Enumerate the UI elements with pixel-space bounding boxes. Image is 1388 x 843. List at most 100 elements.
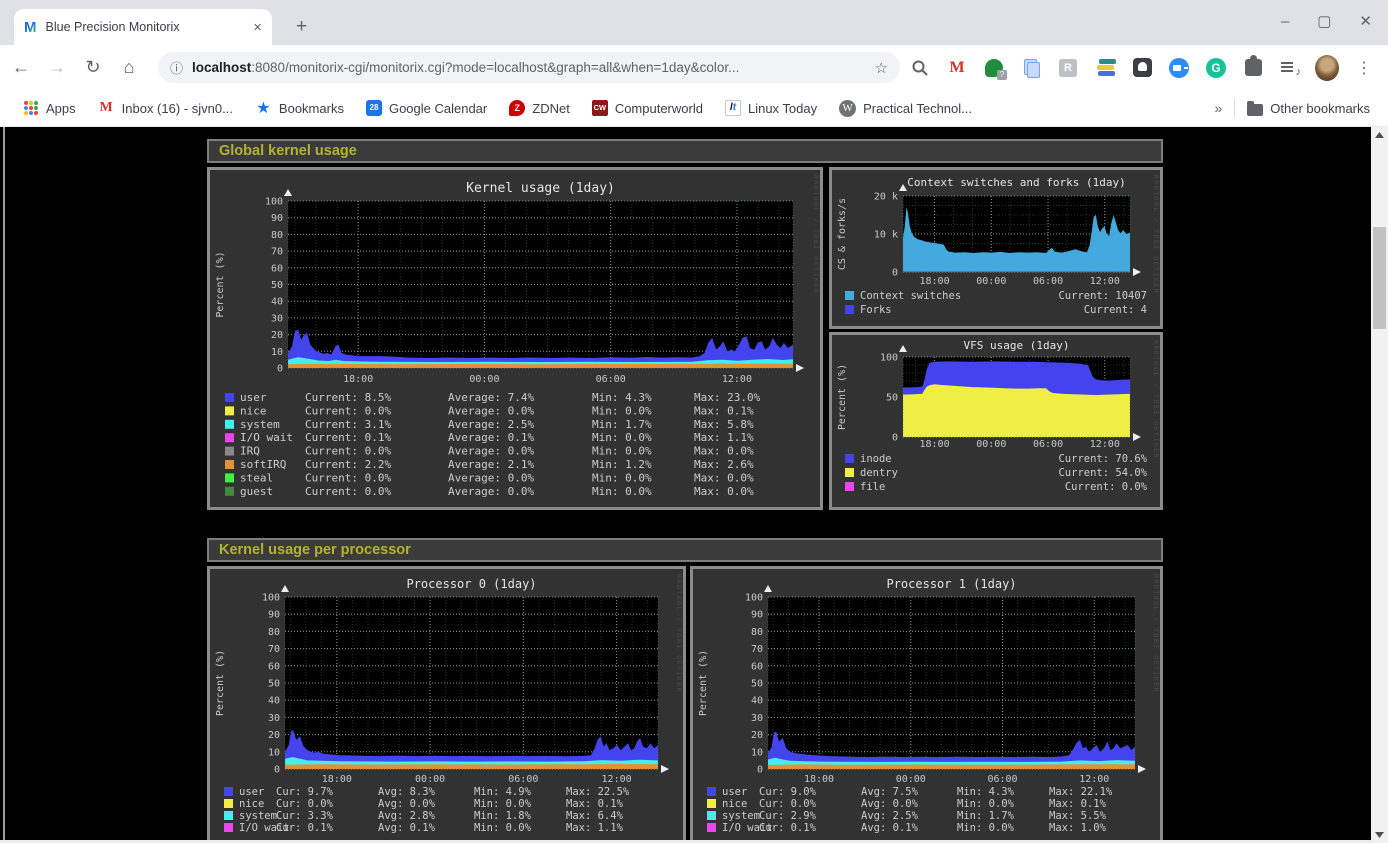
person-extension-icon[interactable] [1130,56,1154,80]
zoom-extension-icon[interactable] [1167,56,1191,80]
svg-text:Cur: 9.7%: Cur: 9.7% [276,786,334,798]
scrollbar-up-arrow[interactable] [1371,127,1388,143]
svg-text:Avg: 0.1%: Avg: 0.1% [378,822,436,834]
svg-text:Cur: 0.1%: Cur: 0.1% [276,822,334,834]
other-bookmarks-label: Other bookmarks [1270,101,1370,116]
page-info-icon[interactable]: ⓘ [170,58,183,77]
svg-text:40: 40 [268,696,280,707]
tab-close-icon[interactable]: × [253,19,262,36]
browser-menu-icon[interactable]: ⋮ [1356,58,1372,78]
svg-text:Kernel usage (1day): Kernel usage (1day) [466,181,615,196]
svg-text:70: 70 [271,247,283,258]
svg-text:00:00: 00:00 [469,374,499,385]
svg-text:Max: 2.6%: Max: 2.6% [694,458,754,471]
svg-text:Min: 1.8%: Min: 1.8% [474,810,532,822]
svg-text:20: 20 [268,730,280,741]
maximize-button[interactable]: ▢ [1317,12,1331,32]
bookmark-label: Bookmarks [279,101,344,116]
svg-text:Current: 0.0%: Current: 0.0% [305,485,391,498]
svg-text:Max: 0.1%: Max: 0.1% [694,404,754,417]
folder-icon [1247,104,1263,116]
context-switches-graph-frame: 010 k20 k18:0000:0006:0012:00Context swi… [829,167,1163,329]
svg-text:Min: 1.2%: Min: 1.2% [592,458,652,471]
playlist-extension-icon[interactable]: ♪ [1278,56,1302,80]
svg-text:system: system [722,810,760,822]
bookmark-star-icon[interactable]: ☆ [875,59,888,77]
svg-text:Average: 2.5%: Average: 2.5% [448,418,534,431]
section-header-kernel-usage-per-processor: Kernel usage per processor [207,538,1163,562]
svg-text:Avg: 8.3%: Avg: 8.3% [378,786,436,798]
kernel-usage-graph[interactable]: 010203040506070809010018:0000:0006:0012:… [210,170,820,507]
svg-text:60: 60 [751,661,763,672]
scrollbar-thumb[interactable] [1373,227,1386,329]
books-extension-icon[interactable] [1093,56,1117,80]
svg-text:Context switches: Context switches [860,290,961,302]
context-switches-graph[interactable]: 010 k20 k18:0000:0006:0012:00Context swi… [832,170,1160,326]
scrollbar-down-arrow[interactable] [1371,827,1388,843]
svg-text:Percent (%): Percent (%) [837,364,848,430]
processor-1-graph[interactable]: 010203040506070809010018:0000:0006:0012:… [693,569,1160,842]
svg-text:Min: 4.3%: Min: 4.3% [957,786,1015,798]
processor-0-graph[interactable]: 010203040506070809010018:0000:0006:0012:… [210,569,683,842]
svg-text:06:00: 06:00 [508,774,538,785]
bookmark-item[interactable]: ★Bookmarks [255,100,344,117]
new-tab-button[interactable]: + [296,16,307,38]
bookmark-label: Practical Technol... [863,101,972,116]
svg-text:Avg: 0.0%: Avg: 0.0% [378,798,436,810]
reload-button[interactable]: ↻ [78,57,108,78]
extensions-puzzle-icon[interactable] [1241,56,1265,80]
back-button[interactable]: ← [6,57,36,78]
bookmark-item[interactable]: WPractical Technol... [839,100,972,117]
apps-label: Apps [46,101,76,116]
svg-text:Current: 8.5%: Current: 8.5% [305,391,391,404]
svg-text:20: 20 [751,730,763,741]
other-bookmarks-button[interactable]: Other bookmarks [1247,101,1370,116]
r-extension-icon[interactable]: R [1056,56,1080,80]
cw-favicon-icon: CW [592,100,608,116]
search-extension-icon[interactable] [908,56,932,80]
svg-text:Min: 0.0%: Min: 0.0% [592,471,652,484]
svg-text:Min: 4.9%: Min: 4.9% [474,786,532,798]
svg-text:Avg: 7.5%: Avg: 7.5% [861,786,919,798]
copy-pages-extension-icon[interactable] [1019,56,1043,80]
close-button[interactable]: ✕ [1359,12,1372,32]
bookmark-item[interactable]: ZZDNet [509,100,570,116]
home-button[interactable]: ⌂ [114,57,144,78]
svg-text:12:00: 12:00 [722,374,752,385]
monitorix-favicon-icon: M [24,19,37,36]
bookmark-item[interactable]: ltLinux Today [725,100,817,116]
svg-text:Max: 22.1%: Max: 22.1% [1049,786,1113,798]
svg-text:10: 10 [271,347,283,358]
chat-help-extension-icon[interactable] [982,56,1006,80]
vfs-usage-graph[interactable]: 05010018:0000:0006:0012:00VFS usage (1da… [832,335,1160,507]
forward-button[interactable]: → [42,57,72,78]
address-bar[interactable]: ⓘ localhost:8080/monitorix-cgi/monitorix… [158,52,900,83]
svg-text:Max: 5.8%: Max: 5.8% [694,418,754,431]
svg-text:60: 60 [271,263,283,274]
svg-text:Cur: 0.0%: Cur: 0.0% [759,798,817,810]
svg-text:50: 50 [268,679,280,690]
svg-text:user: user [240,391,267,404]
svg-text:Average: 0.0%: Average: 0.0% [448,471,534,484]
svg-text:Current: 54.0%: Current: 54.0% [1058,467,1147,479]
svg-text:100: 100 [265,197,283,208]
bookmarks-overflow-icon[interactable]: » [1215,100,1223,116]
minimize-button[interactable]: – [1281,12,1289,32]
grammarly-extension-icon[interactable]: G [1204,56,1228,80]
bookmark-item[interactable]: 28Google Calendar [366,100,487,116]
svg-text:Avg: 2.5%: Avg: 2.5% [861,810,919,822]
svg-text:RRDTOOL / TOBI OETIKER: RRDTOOL / TOBI OETIKER [675,574,683,693]
gmail-extension-icon[interactable]: M [945,56,969,80]
apps-shortcut[interactable]: Apps [22,100,76,117]
bookmark-items: MInbox (16) - sjvn0... ★Bookmarks 28Google… [76,100,972,117]
vertical-scrollbar[interactable] [1371,127,1388,843]
bookmark-item[interactable]: CWComputerworld [592,100,703,116]
svg-text:10 k: 10 k [874,230,898,241]
browser-tab[interactable]: M Blue Precision Monitorix × [14,9,272,45]
svg-text:Max: 1.1%: Max: 1.1% [694,431,754,444]
svg-text:0: 0 [277,364,283,375]
bookmark-item[interactable]: MInbox (16) - sjvn0... [98,100,233,117]
profile-avatar[interactable] [1315,56,1339,80]
proc0-graph-image: 010203040506070809010018:0000:0006:0012:… [210,569,683,842]
svg-text:Min: 0.0%: Min: 0.0% [474,798,532,810]
